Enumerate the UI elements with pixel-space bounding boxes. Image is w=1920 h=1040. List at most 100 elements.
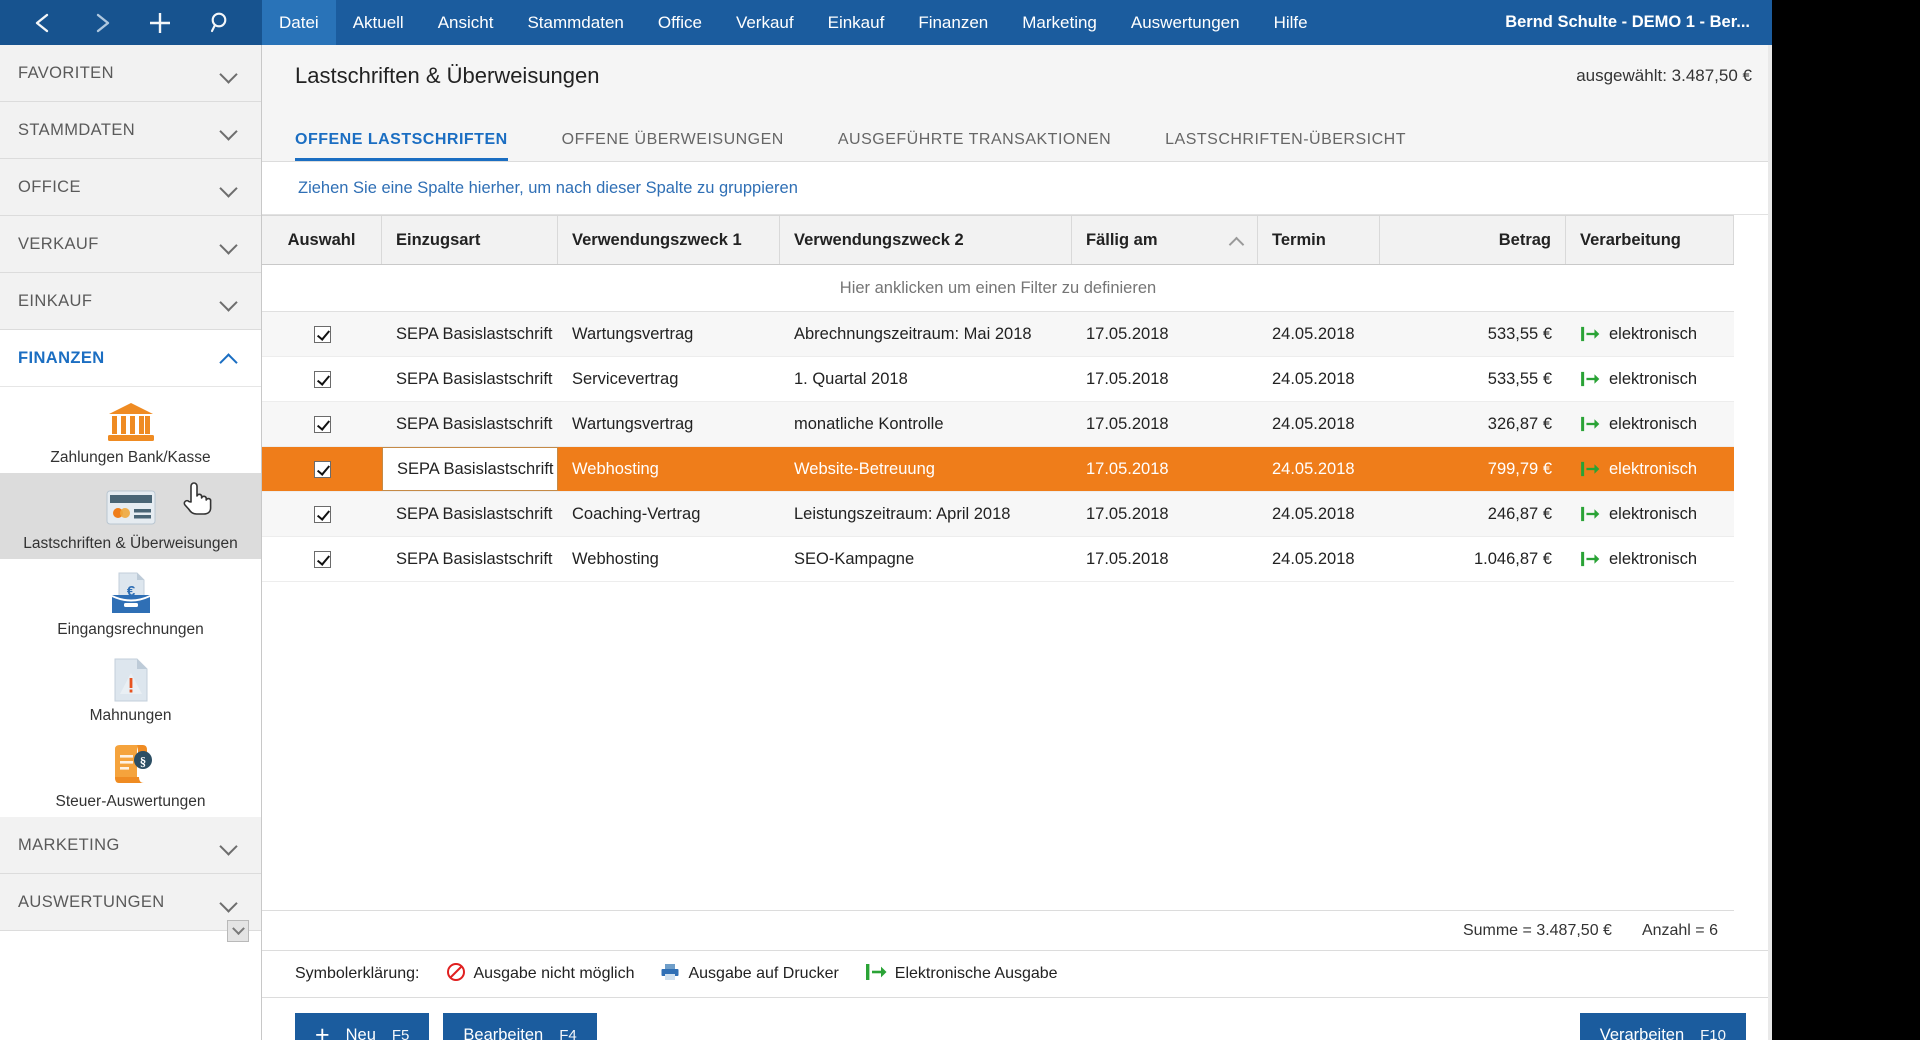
process-button[interactable]: Verarbeiten F10 — [1579, 1013, 1746, 1040]
cell-vz1: Webhosting — [572, 549, 659, 568]
table-row[interactable]: SEPA Basislastschrift Coaching-Vertrag Lei… — [262, 492, 1734, 537]
cell-vz2: Leistungszeitraum: April 2018 — [794, 504, 1011, 523]
sidebar-item-credit-card[interactable]: Lastschriften & Überweisungen — [0, 473, 261, 559]
sidebar-group-marketing[interactable]: MARKETING — [0, 817, 261, 874]
sidebar-group-verkauf[interactable]: VERKAUF — [0, 216, 261, 273]
forward-icon[interactable] — [85, 6, 119, 40]
grid-column-header-betrag[interactable]: Betrag — [1380, 216, 1566, 264]
summary-sum: Summe = 3.487,50 € — [1462, 921, 1612, 939]
menu-item-datei[interactable]: Datei — [262, 0, 336, 45]
menu-item-verkauf[interactable]: Verkauf — [719, 0, 811, 45]
sidebar-group-einkauf[interactable]: EINKAUF — [0, 273, 261, 330]
column-label: Einzugsart — [396, 230, 481, 249]
sidebar-item-bank[interactable]: Zahlungen Bank/Kasse — [0, 387, 261, 473]
tab-3[interactable]: LASTSCHRIFTEN-ÜBERSICHT — [1165, 131, 1432, 161]
grid-column-header-termin[interactable]: Termin — [1258, 216, 1380, 264]
row-select-cell[interactable] — [262, 312, 382, 356]
verarbeitung-label: elektronisch — [1609, 324, 1698, 343]
electronic-output-icon — [1580, 551, 1600, 567]
sidebar-group-office[interactable]: OFFICE — [0, 159, 261, 216]
mouse-cursor-hand-icon — [182, 479, 212, 517]
row-checkbox[interactable] — [313, 550, 331, 568]
grid-column-header-auswahl[interactable]: Auswahl — [262, 216, 382, 264]
summary-count: Anzahl = 6 — [1641, 921, 1718, 939]
row-select-cell[interactable] — [262, 447, 382, 491]
menu-item-office[interactable]: Office — [641, 0, 719, 45]
page-title: Lastschriften & Überweisungen — [295, 63, 600, 88]
sidebar-group-auswertungen[interactable]: AUSWERTUNGEN — [0, 874, 261, 931]
menu-item-auswertungen[interactable]: Auswertungen — [1114, 0, 1257, 45]
printer-icon — [660, 963, 680, 986]
cell-vz1: Wartungsvertrag — [572, 414, 694, 433]
grid-column-header-vz2[interactable]: Verwendungszweck 2 — [780, 216, 1072, 264]
legend-label: Elektronische Ausgabe — [894, 965, 1058, 982]
tab-1[interactable]: OFFENE ÜBERWEISUNGEN — [562, 131, 810, 161]
add-icon[interactable] — [143, 6, 177, 40]
search-icon[interactable] — [202, 6, 236, 40]
sidebar-scroll-down-button[interactable] — [227, 920, 249, 942]
verarbeitung-label: elektronisch — [1609, 369, 1698, 388]
menu-item-hilfe[interactable]: Hilfe — [1257, 0, 1325, 45]
edit-button[interactable]: Bearbeiten F4 — [443, 1013, 597, 1040]
page-header: Lastschriften & Überweisungen ausgewählt… — [262, 45, 1772, 107]
cell-verarbeitung: elektronisch — [1566, 447, 1734, 491]
chevron-down-icon — [221, 239, 239, 250]
table-row[interactable]: SEPA Basislastschrift Wartungsvertrag mona… — [262, 402, 1734, 447]
row-checkbox[interactable] — [313, 370, 331, 388]
cell-einzugsart: SEPA Basislastschrift — [382, 447, 558, 491]
menu-item-finanzen[interactable]: Finanzen — [901, 0, 1005, 45]
filter-hint: Hier anklicken um einen Filter zu defini… — [839, 279, 1157, 297]
row-checkbox[interactable] — [313, 415, 331, 433]
sidebar: FAVORITEN STAMMDATEN OFFICE VERKAUF EINKAUF F… — [0, 45, 262, 1040]
table-row[interactable]: SEPA Basislastschrift Webhosting Website-B… — [262, 447, 1734, 492]
menu-item-stammdaten[interactable]: Stammdaten — [510, 0, 640, 45]
edit-button-shortcut: F4 — [559, 1026, 577, 1040]
sidebar-group-favoriten[interactable]: FAVORITEN — [0, 45, 261, 102]
row-select-cell[interactable] — [262, 537, 382, 581]
sidebar-group-stammdaten[interactable]: STAMMDATEN — [0, 102, 261, 159]
sidebar-item-tax-scroll[interactable]: § Steuer-Auswertungen — [0, 731, 261, 817]
tab-2[interactable]: AUSGEFÜHRTE TRANSAKTIONEN — [838, 131, 1137, 161]
verarbeitung-label: elektronisch — [1609, 414, 1698, 433]
table-row[interactable]: SEPA Basislastschrift Webhosting SEO-Kampa… — [262, 537, 1734, 582]
row-select-cell[interactable] — [262, 492, 382, 536]
grid-column-header-vz1[interactable]: Verwendungszweck 1 — [558, 216, 780, 264]
bank-icon — [107, 397, 155, 447]
chevron-down-icon — [221, 296, 239, 307]
sidebar-group-label: EINKAUF — [18, 291, 93, 310]
verarbeitung-label: elektronisch — [1609, 504, 1698, 523]
menu-item-einkauf[interactable]: Einkauf — [811, 0, 902, 45]
menu-item-ansicht[interactable]: Ansicht — [421, 0, 511, 45]
menu-item-marketing[interactable]: Marketing — [1005, 0, 1114, 45]
row-select-cell[interactable] — [262, 357, 382, 401]
vertical-scrollbar[interactable] — [1768, 45, 1772, 1040]
table-row[interactable]: SEPA Basislastschrift Servicevertrag 1. Qu… — [262, 357, 1734, 402]
cell-verarbeitung: elektronisch — [1566, 402, 1734, 446]
group-by-panel[interactable]: Ziehen Sie eine Spalte hierher, um nach … — [262, 162, 1772, 215]
sidebar-item-warning-document[interactable]: Mahnungen — [0, 645, 261, 731]
grid-column-header-faellig[interactable]: Fällig am — [1072, 216, 1258, 264]
sidebar-item-invoice-euro[interactable]: € Eingangsrechnungen — [0, 559, 261, 645]
grid-column-header-verarbeitung[interactable]: Verarbeitung — [1566, 216, 1734, 264]
tab-0[interactable]: OFFENE LASTSCHRIFTEN — [295, 131, 534, 161]
menu-item-aktuell[interactable]: Aktuell — [336, 0, 421, 45]
new-button[interactable]: + Neu F5 — [295, 1013, 430, 1040]
sidebar-group-finanzen[interactable]: FINANZEN — [0, 330, 261, 387]
grid-filter-row[interactable]: Hier anklicken um einen Filter zu defini… — [262, 265, 1734, 312]
column-label: Verwendungszweck 1 — [572, 230, 742, 249]
row-checkbox[interactable] — [313, 505, 331, 523]
sidebar-item-label: Mahnungen — [89, 707, 172, 724]
chevron-down-icon — [221, 182, 239, 193]
group-by-hint: Ziehen Sie eine Spalte hierher, um nach … — [298, 178, 798, 197]
sidebar-item-label: Zahlungen Bank/Kasse — [50, 449, 211, 466]
cell-einzugsart: SEPA Basislastschrift — [396, 369, 553, 388]
cell-vz2: SEO-Kampagne — [794, 549, 915, 568]
row-checkbox[interactable] — [313, 325, 331, 343]
sidebar-group-label: FAVORITEN — [18, 63, 114, 82]
table-row[interactable]: SEPA Basislastschrift Wartungsvertrag Abre… — [262, 312, 1734, 357]
row-checkbox[interactable] — [313, 460, 331, 478]
column-label: Termin — [1272, 230, 1326, 249]
grid-column-header-einzugsart[interactable]: Einzugsart — [382, 216, 558, 264]
back-icon[interactable] — [26, 6, 60, 40]
row-select-cell[interactable] — [262, 402, 382, 446]
